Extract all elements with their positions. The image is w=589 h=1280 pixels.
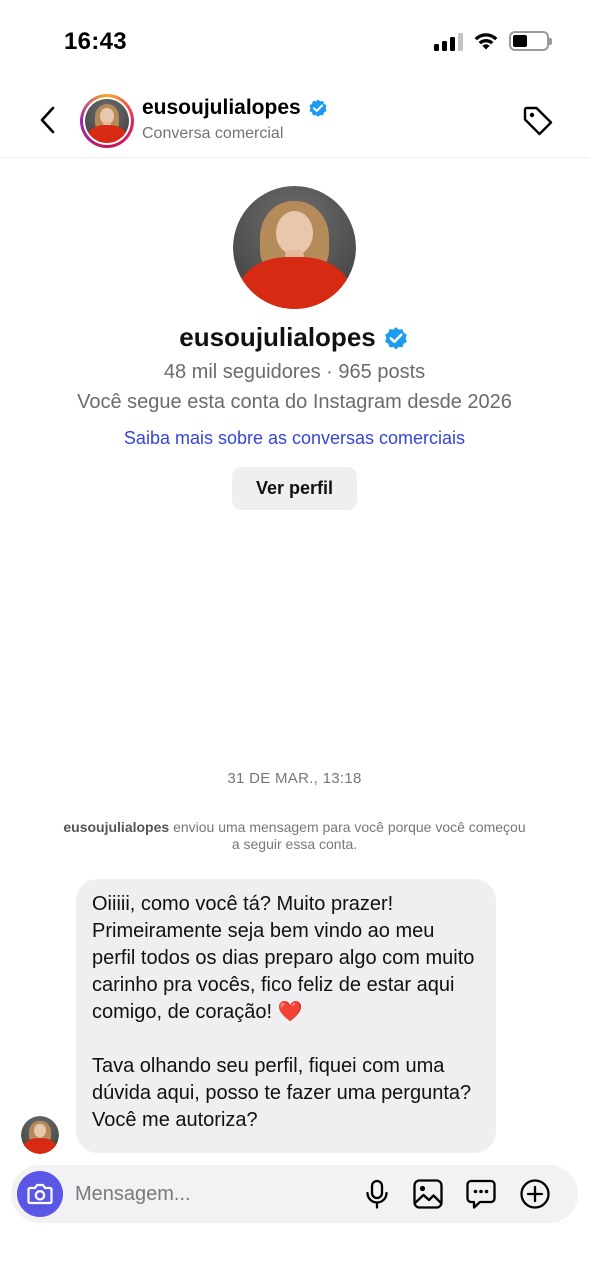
profile-stats: 48 mil seguidores · 965 posts bbox=[163, 361, 426, 383]
message-input[interactable] bbox=[75, 1179, 355, 1209]
sticker-chat-icon[interactable] bbox=[465, 1178, 497, 1210]
status-time: 16:43 bbox=[64, 28, 127, 55]
gallery-icon[interactable] bbox=[412, 1178, 444, 1210]
microphone-icon[interactable] bbox=[361, 1178, 393, 1210]
message-paragraph-2: Tava olhando seu perfil, fiquei com uma … bbox=[92, 1055, 472, 1131]
camera-button[interactable] bbox=[17, 1171, 63, 1217]
message-bubble[interactable]: Oiiiii, como você tá? Muito prazer! Prim… bbox=[76, 879, 496, 1153]
learn-more-link[interactable]: Saiba mais sobre as conversas comerciais bbox=[0, 428, 589, 449]
status-icons bbox=[434, 31, 552, 51]
back-chevron-icon bbox=[40, 106, 55, 134]
wifi-icon bbox=[474, 33, 498, 50]
message-timestamp: 31 DE MAR., 13:18 bbox=[227, 770, 362, 787]
back-button[interactable] bbox=[30, 100, 66, 140]
message-composer bbox=[11, 1165, 578, 1223]
battery-icon bbox=[509, 31, 552, 51]
profile-username: eusoujulialopes bbox=[179, 322, 376, 352]
system-note-text: enviou uma mensagem para você porque voc… bbox=[169, 819, 526, 852]
chat-header: eusoujulialopes Conversa comercial bbox=[0, 86, 589, 158]
tag-icon bbox=[523, 106, 553, 136]
camera-icon bbox=[27, 1183, 53, 1205]
status-bar: 16:43 bbox=[0, 0, 589, 86]
verified-badge-icon bbox=[309, 99, 327, 117]
profile-name-row: eusoujulialopes bbox=[0, 322, 589, 353]
cellular-signal-icon bbox=[434, 31, 463, 51]
system-note-username: eusoujulialopes bbox=[63, 819, 170, 835]
header-avatar[interactable] bbox=[80, 94, 134, 148]
header-subtitle: Conversa comercial bbox=[142, 125, 284, 142]
following-since-text: Você segue esta conta do Instagram desde… bbox=[77, 391, 512, 413]
view-profile-button[interactable]: Ver perfil bbox=[232, 467, 357, 510]
heart-emoji: ❤️ bbox=[277, 1001, 303, 1023]
header-name-row[interactable]: eusoujulialopes bbox=[142, 96, 329, 120]
profile-avatar[interactable] bbox=[233, 186, 356, 309]
verified-badge-icon bbox=[384, 326, 407, 349]
plus-circle-icon[interactable] bbox=[519, 1178, 551, 1210]
tag-button[interactable] bbox=[521, 104, 555, 138]
sender-avatar[interactable] bbox=[21, 1116, 59, 1154]
system-note: eusoujulialopes enviou uma mensagem para… bbox=[60, 819, 529, 853]
header-username: eusoujulialopes bbox=[142, 96, 301, 119]
message-paragraph-1: Oiiiii, como você tá? Muito prazer! Prim… bbox=[92, 893, 475, 1023]
